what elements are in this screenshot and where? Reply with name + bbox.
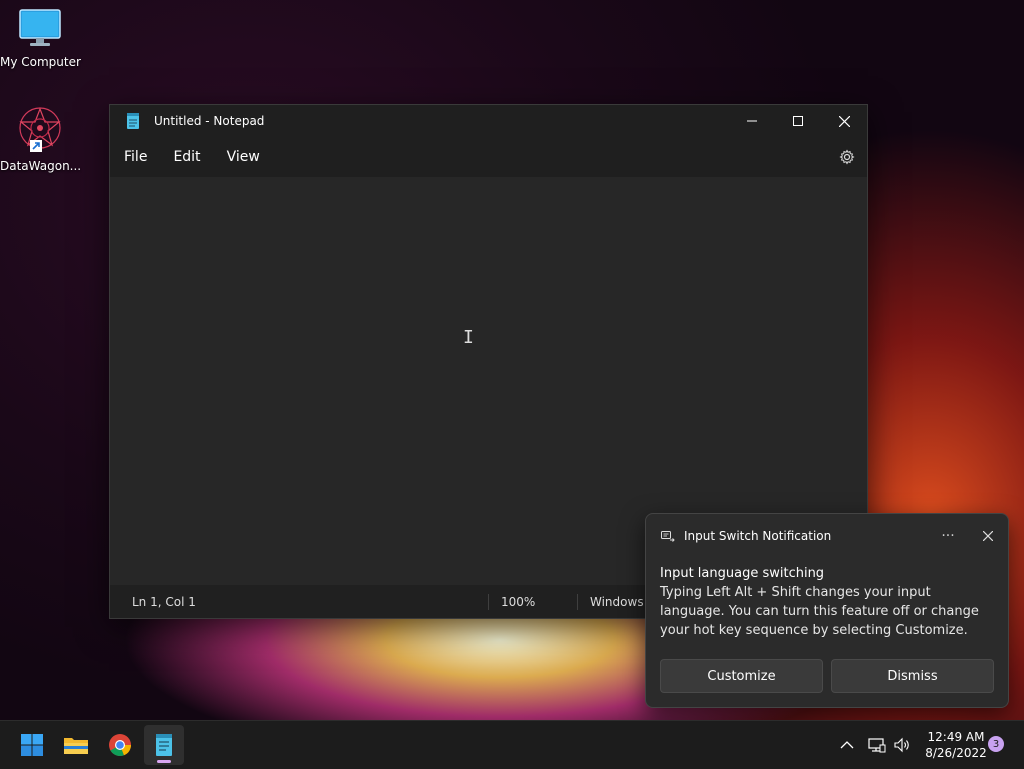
menu-bar: File Edit View: [110, 137, 867, 177]
notepad-icon: [126, 113, 140, 129]
chrome-icon: [109, 734, 132, 757]
desktop-icon-label: My Computer: [0, 55, 81, 69]
title-bar[interactable]: Untitled - Notepad: [110, 105, 867, 137]
show-hidden-icons-button[interactable]: [840, 721, 854, 769]
taskbar: 12:49 AM 8/26/2022: [0, 720, 1024, 769]
minimize-button[interactable]: [729, 105, 775, 137]
chevron-up-icon: [840, 741, 854, 749]
status-cursor-position: Ln 1, Col 1: [132, 594, 196, 609]
text-cursor-icon: I: [463, 327, 474, 348]
windows-logo-icon: [21, 734, 43, 756]
folder-icon: [64, 738, 88, 754]
network-icon: [868, 738, 886, 753]
minimize-icon: [747, 120, 757, 122]
menu-file[interactable]: File: [112, 149, 159, 165]
close-icon: [983, 531, 993, 541]
keyboard-switch-icon: [661, 530, 675, 542]
more-icon: ···: [941, 528, 955, 544]
window-title: Untitled - Notepad: [154, 114, 265, 128]
settings-button[interactable]: [827, 149, 867, 165]
desktop-icon-my-computer[interactable]: My Computer: [0, 8, 81, 69]
toast-heading: Input language switching: [660, 566, 825, 581]
close-icon: [838, 115, 850, 127]
desktop-icon-label: DataWagon...: [0, 159, 82, 173]
gear-icon: [839, 149, 855, 165]
clock-date: 8/26/2022: [925, 746, 987, 760]
start-button[interactable]: [12, 725, 52, 765]
menu-view[interactable]: View: [215, 149, 272, 165]
toast-app-name: Input Switch Notification: [684, 529, 832, 543]
customize-button[interactable]: Customize: [660, 659, 823, 693]
notification-toast: Input Switch Notification ··· Input lang…: [645, 513, 1009, 708]
toast-close-button[interactable]: [968, 531, 1008, 541]
maximize-icon: [793, 116, 803, 126]
taskbar-notepad[interactable]: [144, 725, 184, 765]
clock-time: 12:49 AM: [927, 730, 985, 744]
more-options-button[interactable]: ···: [928, 528, 968, 544]
toast-header: Input Switch Notification ···: [646, 514, 1008, 558]
monitor-icon: [19, 9, 61, 46]
maximize-button[interactable]: [775, 105, 821, 137]
close-button[interactable]: [821, 105, 867, 137]
menu-edit[interactable]: Edit: [161, 149, 212, 165]
toast-body-text: Typing Left Alt + Shift changes your inp…: [660, 585, 979, 638]
speaker-icon: [894, 737, 909, 753]
volume-control[interactable]: [893, 721, 911, 769]
taskbar-clock[interactable]: 12:49 AM 8/26/2022: [918, 729, 994, 761]
desktop-icon-datawagon[interactable]: DataWagon...: [0, 106, 82, 173]
active-app-indicator: [157, 760, 171, 763]
taskbar-file-explorer[interactable]: [56, 725, 96, 765]
dismiss-button[interactable]: Dismiss: [831, 659, 994, 693]
notepad-icon: [156, 734, 172, 756]
datawagon-shortcut-icon: [19, 107, 61, 152]
status-zoom: 100%: [501, 594, 536, 609]
notification-count-badge[interactable]: 3: [988, 736, 1004, 752]
network-status[interactable]: [868, 721, 886, 769]
taskbar-chrome[interactable]: [100, 725, 140, 765]
